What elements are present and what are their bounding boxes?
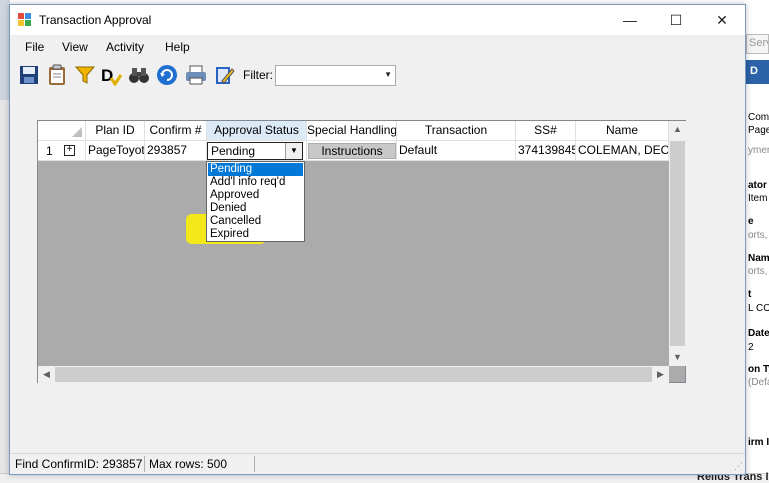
approval-status-value: Pending (211, 144, 256, 158)
binoculars-icon[interactable] (128, 64, 150, 86)
transaction-approval-window: Transaction Approval — ☐ ✕ File View Act… (9, 4, 746, 475)
find-confirm-status: Find ConfirmID: 293857 (15, 457, 143, 471)
row-number: 1 (46, 144, 53, 158)
instructions-button[interactable]: Instructions (308, 143, 396, 159)
background-label: Nam (748, 253, 769, 264)
status-option-denied[interactable]: Denied (208, 202, 303, 215)
background-label: Page (748, 125, 769, 136)
status-bar: Find ConfirmID: 293857 Max rows: 500 ⋰ (10, 453, 745, 474)
funnel-filter-icon[interactable] (74, 64, 96, 86)
cell-ssn[interactable]: 374139845 (516, 141, 576, 161)
horizontal-scrollbar[interactable]: ◀ ▶ (38, 366, 669, 383)
menu-bar: File View Activity Help (10, 36, 745, 58)
transactions-grid: Plan ID Confirm # Approval Status Specia… (37, 120, 686, 383)
scroll-right-icon[interactable]: ▶ (652, 366, 669, 383)
toolbar: D Filter: ▼ (10, 60, 745, 90)
column-header-ssn[interactable]: SS# (516, 121, 576, 141)
background-label: Date (748, 328, 769, 339)
column-header-name[interactable]: Name (576, 121, 669, 141)
background-label: Com (748, 112, 769, 123)
cell-confirm[interactable]: 293857 (145, 141, 207, 161)
printer-icon[interactable] (185, 64, 207, 86)
chevron-down-icon: ▼ (384, 70, 392, 79)
menu-activity[interactable]: Activity (106, 40, 144, 54)
max-rows-status: Max rows: 500 (149, 457, 228, 471)
refresh-icon[interactable] (156, 64, 178, 86)
clipboard-icon[interactable] (46, 64, 68, 86)
approval-status-dropdown-list: Pending Add'l info req'd Approved Denied… (206, 161, 305, 242)
cell-plan-id[interactable]: PageToyota (86, 141, 145, 161)
background-label: e (748, 216, 754, 227)
background-serv-field: Serv (746, 34, 769, 54)
horizontal-scroll-thumb[interactable] (55, 367, 652, 382)
background-label: on Ty (748, 364, 769, 375)
resize-grip-icon[interactable]: ⋰ (734, 461, 743, 472)
status-separator (144, 456, 145, 472)
background-label: t (748, 289, 752, 300)
status-option-addl-info[interactable]: Add'l info req'd (208, 176, 303, 189)
status-option-approved[interactable]: Approved (208, 189, 303, 202)
window-title: Transaction Approval (39, 13, 152, 27)
cell-name[interactable]: COLEMAN, DEON (576, 141, 669, 161)
minimize-icon[interactable]: — (607, 5, 653, 35)
background-label: 2 (748, 342, 754, 353)
status-separator (254, 456, 255, 472)
column-header-confirm[interactable]: Confirm # (145, 121, 207, 141)
menu-help[interactable]: Help (165, 40, 190, 54)
approval-status-combobox[interactable]: Pending ▼ (207, 142, 303, 160)
background-label: orts, (748, 230, 768, 241)
background-label: L CO (748, 303, 769, 314)
column-header-plan-id[interactable]: Plan ID (86, 121, 145, 141)
vertical-scroll-thumb[interactable] (670, 141, 685, 346)
background-label: ator (748, 180, 767, 191)
edit-document-icon[interactable] (213, 64, 235, 86)
save-icon[interactable] (18, 64, 40, 86)
menu-file[interactable]: File (25, 40, 44, 54)
svg-text:D: D (101, 66, 113, 85)
background-label: (Defa (748, 377, 769, 388)
status-option-pending[interactable]: Pending (208, 163, 303, 176)
scroll-left-icon[interactable]: ◀ (38, 366, 55, 383)
background-label: irm I (748, 437, 769, 448)
column-header-approval-status[interactable]: Approval Status (207, 121, 307, 141)
cell-transaction[interactable]: Default (397, 141, 516, 161)
background-tab: D (745, 60, 769, 84)
scroll-down-icon[interactable]: ▼ (669, 349, 686, 366)
status-option-expired[interactable]: Expired (208, 228, 303, 241)
expand-row-icon[interactable]: + (64, 145, 75, 156)
d-check-icon[interactable]: D (100, 64, 123, 87)
background-label: orts, (748, 266, 768, 277)
title-bar[interactable]: Transaction Approval — ☐ ✕ (10, 5, 745, 35)
grid-corner-cell[interactable] (38, 121, 86, 141)
background-label: Item (748, 193, 768, 204)
vertical-scrollbar[interactable]: ▲ ▼ (669, 121, 686, 366)
maximize-icon[interactable]: ☐ (653, 5, 699, 35)
filter-dropdown[interactable]: ▼ (275, 65, 396, 86)
menu-view[interactable]: View (62, 40, 88, 54)
app-icon (18, 13, 32, 27)
close-icon[interactable]: ✕ (699, 5, 745, 35)
chevron-down-icon[interactable]: ▼ (285, 143, 302, 159)
scroll-up-icon[interactable]: ▲ (669, 121, 686, 138)
background-label: ymen (748, 145, 769, 156)
column-header-transaction[interactable]: Transaction (397, 121, 516, 141)
filter-label: Filter: (243, 68, 273, 82)
status-option-cancelled[interactable]: Cancelled (208, 215, 303, 228)
row-header[interactable]: 1 + (38, 141, 86, 161)
column-header-special-handling[interactable]: Special Handling (307, 121, 397, 141)
